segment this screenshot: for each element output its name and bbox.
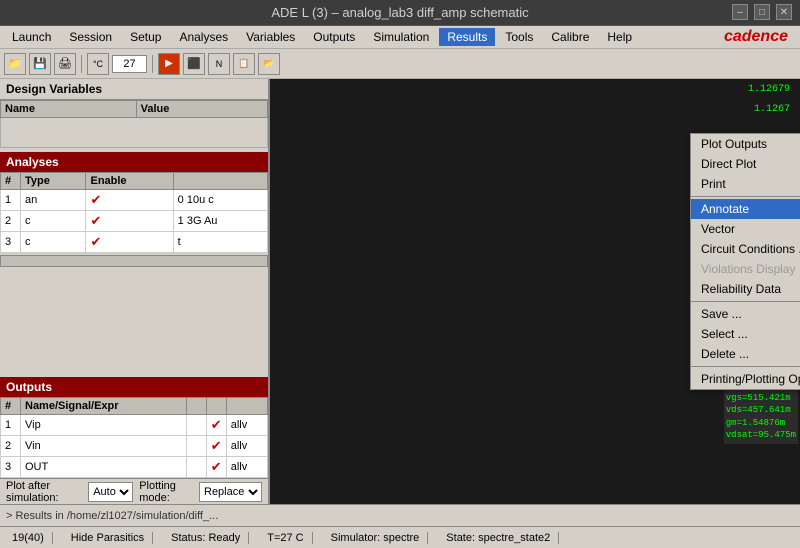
menu-calibre[interactable]: Calibre bbox=[543, 28, 597, 46]
schematic-val-2: 1.1267 bbox=[754, 104, 790, 115]
menu-select[interactable]: Select ... bbox=[691, 324, 800, 344]
output-row-2: 2 Vin ✔ allv bbox=[1, 436, 268, 457]
menu-sep-3 bbox=[691, 366, 800, 367]
menu-launch[interactable]: Launch bbox=[4, 28, 59, 46]
analyses-col-type: Type bbox=[21, 173, 86, 190]
analyses-title: Analyses bbox=[6, 155, 59, 169]
design-vars-table: Name Value bbox=[0, 100, 268, 148]
menu-circuit-conditions[interactable]: Circuit Conditions ... bbox=[691, 239, 800, 259]
cadence-logo: cadence bbox=[724, 28, 796, 46]
menu-sep-2 bbox=[691, 301, 800, 302]
output-row-1: 1 Vip ✔ allv bbox=[1, 415, 268, 436]
status-item-parasitics[interactable]: Hide Parasitics bbox=[63, 532, 153, 544]
tool-5[interactable]: 📋 bbox=[233, 53, 255, 75]
bottom-message: > Results in /home/zl1027/simulation/dif… bbox=[6, 510, 218, 522]
nm1-vds: vds=457.641m bbox=[726, 404, 796, 417]
menu-violations-display: Violations Display ... bbox=[691, 259, 800, 279]
outputs-header: Outputs bbox=[0, 377, 268, 397]
schematic-val-1: 1.12679 bbox=[748, 84, 790, 95]
menu-setup[interactable]: Setup bbox=[122, 28, 169, 46]
nm1-vgs: vgs=515.421m bbox=[726, 392, 796, 405]
menu-bar: Launch Session Setup Analyses Variables … bbox=[0, 26, 800, 49]
outputs-col-name: Name/Signal/Expr bbox=[21, 398, 187, 415]
status-item-state: State: spectre_state2 bbox=[438, 532, 559, 544]
menu-reliability-data[interactable]: Reliability Data▶ bbox=[691, 279, 800, 299]
output-row-3: 3 OUT ✔ allv bbox=[1, 457, 268, 478]
status-bar: 19(40) Hide Parasitics Status: Ready T=2… bbox=[0, 526, 800, 548]
menu-printing-options[interactable]: Printing/Plotting Options ... bbox=[691, 369, 800, 389]
status-item-count: 19(40) bbox=[4, 532, 53, 544]
analyses-col-enable: Enable bbox=[86, 173, 173, 190]
menu-session[interactable]: Session bbox=[61, 28, 120, 46]
left-panel: Design Variables Name Value Analyses bbox=[0, 79, 270, 504]
maximize-button[interactable]: □ bbox=[754, 4, 770, 20]
menu-simulation[interactable]: Simulation bbox=[365, 28, 437, 46]
bottom-message-bar: > Results in /home/zl1027/simulation/dif… bbox=[0, 504, 800, 526]
title-bar: ADE L (3) – analog_lab3 diff_amp schemat… bbox=[0, 0, 800, 26]
main-content: Design Variables Name Value Analyses bbox=[0, 79, 800, 504]
status-item-temp: T=27 C bbox=[259, 532, 312, 544]
analyses-col-val bbox=[173, 173, 267, 190]
analyses-row-3: 3 c ✔ t bbox=[1, 232, 268, 253]
analyses-scrollbar[interactable] bbox=[0, 255, 268, 267]
separator-2 bbox=[152, 55, 153, 73]
toolbar: 📁 💾 🖨 °C ▶ ⬛ N 📋 📂 bbox=[0, 49, 800, 79]
netlist-button[interactable]: N bbox=[208, 53, 230, 75]
nm1-vdsat: vdsat=95.475m bbox=[726, 429, 796, 442]
menu-results[interactable]: Results bbox=[439, 28, 495, 46]
plot-bar: Plot after simulation: Auto Plotting mod… bbox=[0, 478, 268, 504]
outputs-panel: Outputs # Name/Signal/Expr 1 Vip bbox=[0, 377, 268, 478]
analyses-col-num: # bbox=[1, 173, 21, 190]
plot-label: Plot after simulation: bbox=[6, 480, 82, 504]
menu-direct-plot[interactable]: Direct Plot▶ bbox=[691, 154, 800, 174]
save-button[interactable]: 💾 bbox=[29, 53, 51, 75]
dv-col-name: Name bbox=[1, 101, 137, 118]
results-dropdown: Plot Outputs▶ Direct Plot▶ Print▶ Annota… bbox=[690, 133, 800, 390]
temp-icon: °C bbox=[87, 53, 109, 75]
design-vars-title: Design Variables bbox=[0, 79, 268, 100]
open-button[interactable]: 📁 bbox=[4, 53, 26, 75]
print-button[interactable]: 🖨 bbox=[54, 53, 76, 75]
stop-button[interactable]: ⬛ bbox=[183, 53, 205, 75]
analyses-header: Analyses bbox=[0, 152, 268, 172]
dv-col-value: Value bbox=[136, 101, 267, 118]
analyses-row-1: 1 an ✔ 0 10u c bbox=[1, 190, 268, 211]
menu-help[interactable]: Help bbox=[599, 28, 640, 46]
menu-delete[interactable]: Delete ... bbox=[691, 344, 800, 364]
temperature-input[interactable] bbox=[112, 55, 147, 73]
analyses-table: # Type Enable 1 an ✔ 0 10u c bbox=[0, 172, 268, 253]
menu-sep-1 bbox=[691, 196, 800, 197]
outputs-title: Outputs bbox=[6, 380, 52, 394]
menu-save[interactable]: Save ... bbox=[691, 304, 800, 324]
menu-analyses[interactable]: Analyses bbox=[171, 28, 236, 46]
menu-outputs[interactable]: Outputs bbox=[305, 28, 363, 46]
tool-6[interactable]: 📂 bbox=[258, 53, 280, 75]
menu-vector[interactable]: Vector bbox=[691, 219, 800, 239]
menu-variables[interactable]: Variables bbox=[238, 28, 303, 46]
status-item-simulator: Simulator: spectre bbox=[323, 532, 429, 544]
outputs-table: # Name/Signal/Expr 1 Vip ✔ allv bbox=[0, 397, 268, 478]
right-area: 1.12679 1.1267 NM1 id=99.638u vgs=515.42… bbox=[270, 79, 800, 504]
menu-plot-outputs[interactable]: Plot Outputs▶ bbox=[691, 134, 800, 154]
status-item-ready: Status: Ready bbox=[163, 532, 249, 544]
menu-annotate[interactable]: Annotate▶ bbox=[691, 199, 800, 219]
minimize-button[interactable]: – bbox=[732, 4, 748, 20]
close-button[interactable]: ✕ bbox=[776, 4, 792, 20]
plotting-mode-label: Plotting mode: bbox=[139, 480, 193, 504]
menu-tools[interactable]: Tools bbox=[497, 28, 541, 46]
menu-print[interactable]: Print▶ bbox=[691, 174, 800, 194]
window-title: ADE L (3) – analog_lab3 diff_amp schemat… bbox=[271, 5, 528, 20]
analyses-row-2: 2 c ✔ 1 3G Au bbox=[1, 211, 268, 232]
plotting-mode-select[interactable]: Replace bbox=[199, 482, 262, 502]
analyses-panel: Analyses # Type Enable 1 bbox=[0, 152, 268, 375]
separator-1 bbox=[81, 55, 82, 73]
nm1-gm: gm=1.54876m bbox=[726, 417, 796, 430]
plot-mode-select[interactable]: Auto bbox=[88, 482, 133, 502]
run-button[interactable]: ▶ bbox=[158, 53, 180, 75]
